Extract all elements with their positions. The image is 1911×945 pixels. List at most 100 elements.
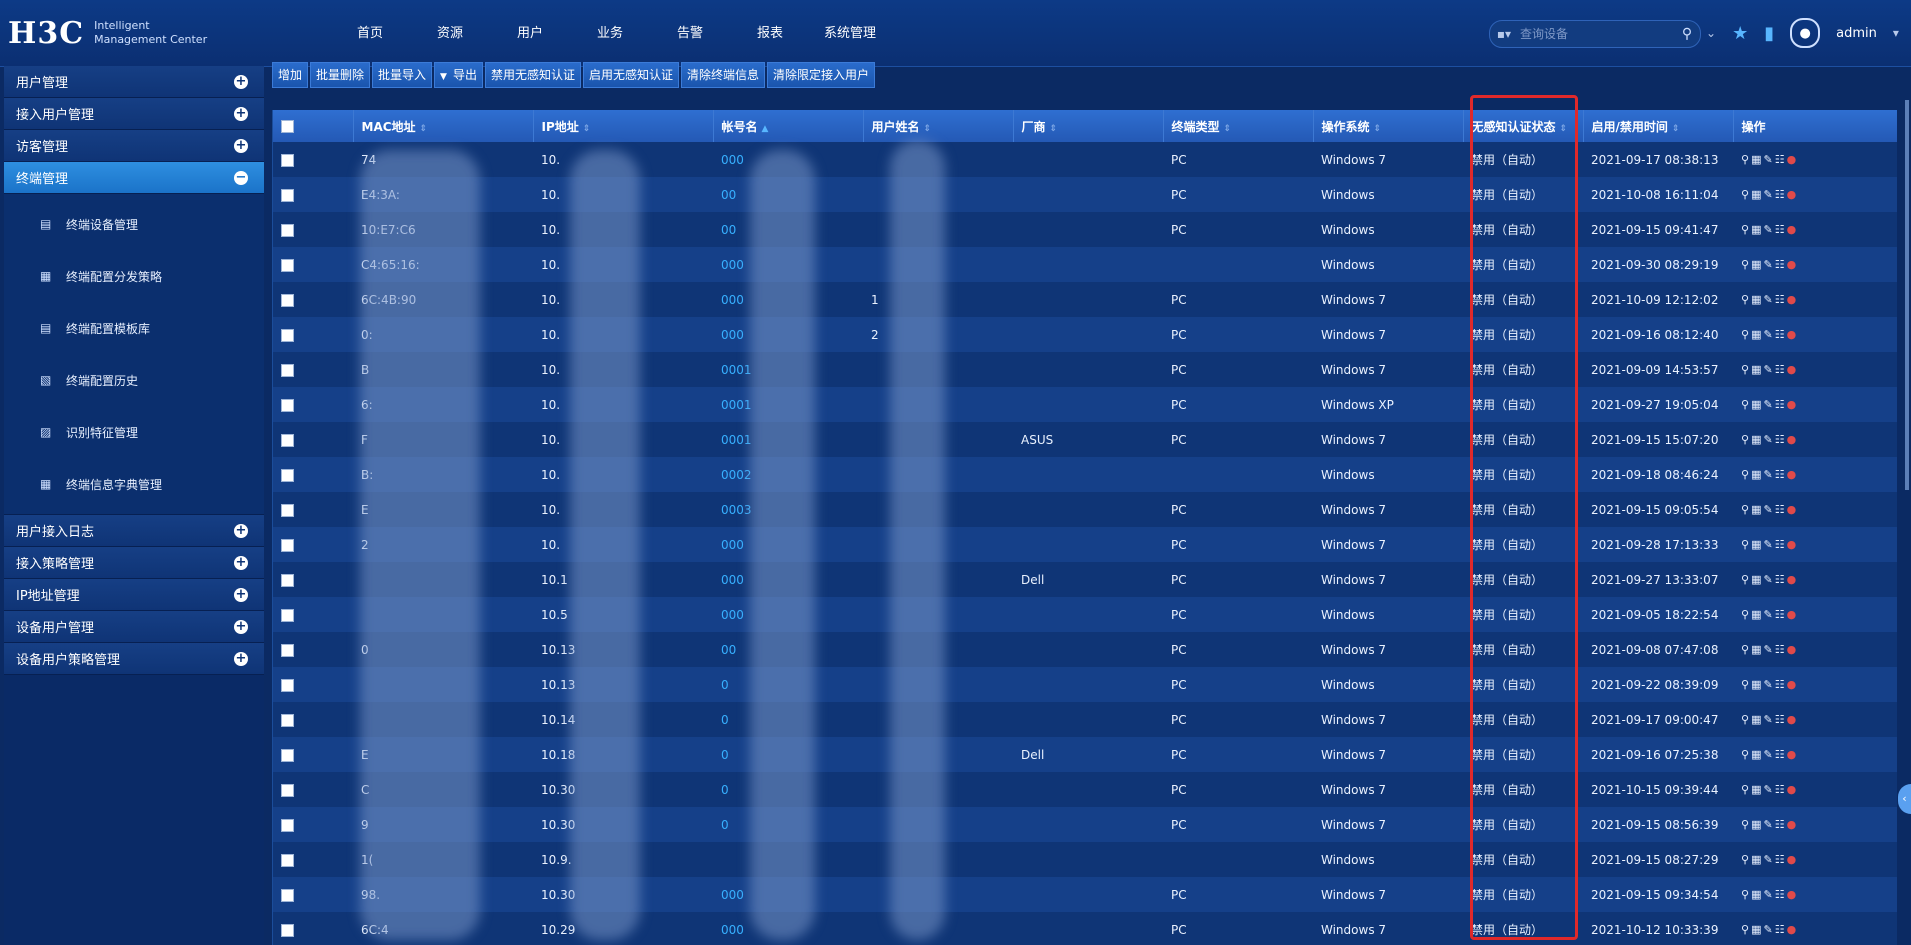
location-icon[interactable]: ⚲ (1741, 503, 1749, 516)
table-row[interactable]: C4:65:16:10.000Windows禁用（自动）2021-09-30 0… (273, 247, 1897, 282)
detail-icon[interactable]: ☷ (1775, 503, 1785, 516)
edit-icon[interactable]: ✎ (1763, 748, 1772, 761)
vertical-scrollbar[interactable] (1905, 100, 1909, 490)
table-row[interactable]: E10.0003PCWindows 7禁用（自动）2021-09-15 09:0… (273, 492, 1897, 527)
sidebar-subitem-config-history[interactable]: ▧ 终端配置历史 (4, 354, 264, 406)
row-checkbox[interactable] (281, 713, 294, 727)
batch-delete-button[interactable]: 批量删除 (310, 62, 371, 88)
row-checkbox[interactable] (281, 293, 294, 307)
ssid-icon[interactable]: ▦ (1751, 293, 1761, 306)
user-remove-icon[interactable]: ● (1787, 678, 1797, 691)
row-checkbox[interactable] (281, 923, 294, 937)
row-checkbox[interactable] (281, 153, 294, 167)
edit-icon[interactable]: ✎ (1763, 398, 1772, 411)
collapse-minus-icon[interactable]: − (234, 170, 248, 185)
table-row[interactable]: F10.0001ASUSPCWindows 7禁用（自动）2021-09-15 … (273, 422, 1897, 457)
ssid-icon[interactable]: ▦ (1751, 783, 1761, 796)
clear-restricted-user-button[interactable]: 清除限定接入用户 (767, 62, 876, 88)
row-checkbox[interactable] (281, 538, 294, 552)
table-row[interactable]: 10.5 000 PC Windows 禁用（自动） 2021-09-05 18:22:5… (273, 597, 1897, 632)
ssid-icon[interactable]: ▦ (1751, 468, 1761, 481)
detail-icon[interactable]: ☷ (1775, 748, 1785, 761)
edit-icon[interactable]: ✎ (1763, 573, 1772, 586)
table-row[interactable]: 6C:4B:9010.0001PCWindows 7禁用（自动）2021-10-… (273, 282, 1897, 317)
row-checkbox-cell[interactable] (273, 177, 353, 212)
table-row[interactable]: 910.300PCWindows 7禁用（自动）2021-09-15 08:56… (273, 807, 1897, 842)
user-remove-icon[interactable]: ● (1787, 888, 1797, 901)
row-checkbox[interactable] (281, 188, 294, 202)
user-remove-icon[interactable]: ● (1787, 503, 1797, 516)
location-icon[interactable]: ⚲ (1741, 538, 1749, 551)
row-checkbox-cell[interactable] (273, 212, 353, 247)
user-remove-icon[interactable]: ● (1787, 923, 1797, 936)
table-row[interactable]: 10:E7:C610.00PCWindows禁用（自动）2021-09-15 0… (273, 212, 1897, 247)
nav-services[interactable]: 业务 (570, 22, 650, 41)
sidebar-item-terminal-management[interactable]: 终端管理 − (4, 162, 264, 194)
favorite-star-icon[interactable]: ★ (1732, 23, 1748, 44)
user-remove-icon[interactable]: ● (1787, 853, 1797, 866)
row-checkbox-cell[interactable] (273, 702, 353, 737)
edit-icon[interactable]: ✎ (1763, 783, 1772, 796)
location-icon[interactable]: ⚲ (1741, 923, 1749, 936)
header-account[interactable]: 帐号名 ▲ (713, 110, 864, 142)
sidebar-subitem-terminal-device[interactable]: ▤ 终端设备管理 (4, 198, 264, 250)
header-vendor[interactable]: 厂商 ⇕ (1013, 110, 1164, 142)
nav-reports[interactable]: 报表 (730, 22, 810, 41)
detail-icon[interactable]: ☷ (1775, 468, 1785, 481)
ssid-icon[interactable]: ▦ (1751, 713, 1761, 726)
expand-plus-icon[interactable]: + (234, 587, 248, 602)
location-icon[interactable]: ⚲ (1741, 468, 1749, 481)
row-checkbox[interactable] (281, 433, 294, 447)
detail-icon[interactable]: ☷ (1775, 433, 1785, 446)
ssid-icon[interactable]: ▦ (1751, 923, 1761, 936)
location-icon[interactable]: ⚲ (1741, 818, 1749, 831)
expand-plus-icon[interactable]: + (234, 619, 248, 634)
user-remove-icon[interactable]: ● (1787, 643, 1797, 656)
detail-icon[interactable]: ☷ (1775, 608, 1785, 621)
row-checkbox[interactable] (281, 328, 294, 342)
row-checkbox[interactable] (281, 608, 294, 622)
detail-icon[interactable]: ☷ (1775, 783, 1785, 796)
user-remove-icon[interactable]: ● (1787, 573, 1797, 586)
disable-seamless-auth-button[interactable]: 禁用无感知认证 (484, 62, 581, 88)
table-row[interactable]: 10.1 000 Dell PC Windows 7 禁用（自动） 2021-09-27 1… (273, 562, 1897, 597)
logo[interactable]: H3C Intelligent Management Center (8, 16, 207, 51)
table-row[interactable]: 10.13 0 PC Windows 禁用（自动） 2021-09-22 08:39:09… (273, 667, 1897, 702)
header-seamless-status[interactable]: 无感知认证状态 ⇕ (1463, 110, 1584, 142)
table-row[interactable]: 7410.000PCWindows 7禁用（自动）2021-09-17 08:3… (273, 142, 1897, 177)
table-row[interactable]: 1(10.9.Windows禁用（自动）2021-09-15 08:27:29⚲… (273, 842, 1897, 877)
bookmark-icon[interactable]: ▮ (1764, 23, 1774, 44)
user-remove-icon[interactable]: ● (1787, 153, 1797, 166)
location-icon[interactable]: ⚲ (1741, 748, 1749, 761)
row-checkbox[interactable] (281, 783, 294, 797)
edit-icon[interactable]: ✎ (1763, 153, 1772, 166)
sidebar-item-access-policy[interactable]: 接入策略管理 + (4, 547, 264, 579)
expand-plus-icon[interactable]: + (234, 106, 248, 121)
sidebar-item-guest-management[interactable]: 访客管理 + (4, 130, 264, 162)
sidebar-item-ip-management[interactable]: IP地址管理 + (4, 579, 264, 611)
edit-icon[interactable]: ✎ (1763, 293, 1772, 306)
user-remove-icon[interactable]: ● (1787, 188, 1797, 201)
ssid-icon[interactable]: ▦ (1751, 258, 1761, 271)
edit-icon[interactable]: ✎ (1763, 818, 1772, 831)
location-icon[interactable]: ⚲ (1741, 643, 1749, 656)
sidebar-subitem-config-policy[interactable]: ▦ 终端配置分发策略 (4, 250, 264, 302)
row-checkbox[interactable] (281, 363, 294, 377)
detail-icon[interactable]: ☷ (1775, 188, 1785, 201)
ssid-icon[interactable]: ▦ (1751, 678, 1761, 691)
row-checkbox[interactable] (281, 748, 294, 762)
row-checkbox-cell[interactable] (273, 492, 353, 527)
edit-icon[interactable]: ✎ (1763, 258, 1772, 271)
edit-icon[interactable]: ✎ (1763, 433, 1772, 446)
location-icon[interactable]: ⚲ (1741, 188, 1749, 201)
nav-resources[interactable]: 资源 (410, 22, 490, 41)
table-row[interactable]: B10.0001PCWindows 7禁用（自动）2021-09-09 14:5… (273, 352, 1897, 387)
user-remove-icon[interactable]: ● (1787, 433, 1797, 446)
user-remove-icon[interactable]: ● (1787, 328, 1797, 341)
clear-terminal-info-button[interactable]: 清除终端信息 (681, 62, 766, 88)
location-icon[interactable]: ⚲ (1741, 608, 1749, 621)
detail-icon[interactable]: ☷ (1775, 643, 1785, 656)
header-ip[interactable]: IP地址 ⇕ (533, 110, 714, 142)
row-checkbox-cell[interactable] (273, 387, 353, 422)
ssid-icon[interactable]: ▦ (1751, 188, 1761, 201)
